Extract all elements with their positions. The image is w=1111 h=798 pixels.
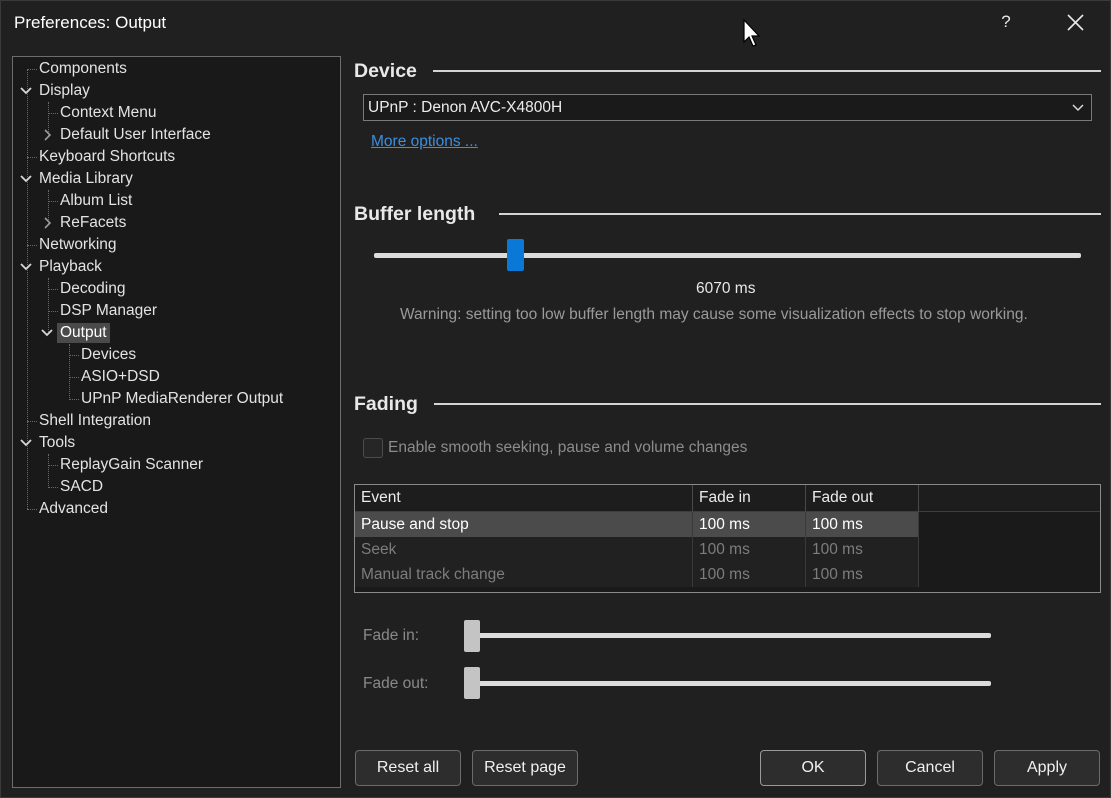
chevron-down-icon[interactable] [19, 260, 33, 274]
fade-in-label: Fade in: [363, 627, 420, 644]
cancel-button[interactable]: Cancel [877, 750, 983, 786]
tree-item-album-list[interactable]: Album List [60, 191, 132, 211]
tree-item-default-user-interface[interactable]: Default User Interface [60, 125, 211, 145]
tree-item-networking[interactable]: Networking [39, 235, 117, 255]
tree-guide-line [27, 245, 37, 246]
table-cell-event: Seek [355, 537, 693, 562]
buffer-length-heading: Buffer length [354, 203, 476, 225]
fade-out-label: Fade out: [363, 675, 429, 692]
close-button[interactable] [1064, 10, 1088, 36]
fade-in-slider-track[interactable] [471, 633, 991, 638]
tree-item-dsp-manager[interactable]: DSP Manager [60, 301, 157, 321]
apply-button[interactable]: Apply [994, 750, 1100, 786]
column-header-fade-in[interactable]: Fade in [693, 485, 806, 512]
tree-item-context-menu[interactable]: Context Menu [60, 103, 157, 123]
tree-guide-line [48, 487, 58, 488]
tree-guide-line [48, 289, 58, 290]
enable-smooth-checkbox[interactable] [363, 438, 383, 458]
table-cell-fade-out: 100 ms [806, 537, 919, 562]
buffer-length-value: 6070 ms [696, 280, 756, 297]
more-options-link[interactable]: More options ... [371, 133, 478, 151]
help-button[interactable]: ? [997, 12, 1015, 34]
tree-item-output[interactable]: Output [57, 323, 110, 343]
preferences-tree: Components Display Context Menu Default … [12, 56, 341, 788]
chevron-down-icon [1072, 104, 1084, 112]
tree-guide-line [48, 465, 58, 466]
section-divider [499, 213, 1101, 215]
tree-item-media-library[interactable]: Media Library [39, 169, 133, 189]
buffer-length-slider-track[interactable] [374, 253, 1081, 258]
tree-guide-line [48, 201, 58, 202]
section-divider [434, 403, 1101, 405]
window-title: Preferences: Output [14, 13, 167, 32]
table-cell-fade-in: 100 ms [693, 512, 806, 537]
table-cell-fade-out: 100 ms [806, 512, 919, 537]
column-header-fade-out[interactable]: Fade out [806, 485, 919, 512]
table-row[interactable]: Pause and stop 100 ms 100 ms [355, 512, 919, 537]
tree-item-tools[interactable]: Tools [39, 433, 75, 453]
chevron-down-icon[interactable] [19, 436, 33, 450]
fading-table: Event Fade in Fade out Pause and stop 10… [354, 484, 1101, 593]
tree-guide-line [48, 311, 58, 312]
tree-guide-line [69, 344, 70, 400]
tree-item-replaygain-scanner[interactable]: ReplayGain Scanner [60, 455, 203, 475]
tree-item-refacets[interactable]: ReFacets [60, 213, 126, 233]
tree-item-shell-integration[interactable]: Shell Integration [39, 411, 151, 431]
tree-guide-line [48, 454, 49, 488]
tree-item-components[interactable]: Components [39, 59, 127, 79]
table-cell-fade-in: 100 ms [693, 537, 806, 562]
preferences-window: Preferences: Output ? Components Display… [0, 0, 1111, 798]
tree-guide-line [27, 421, 37, 422]
table-cell-fade-out: 100 ms [806, 562, 919, 587]
chevron-down-icon[interactable] [19, 172, 33, 186]
tree-guide-line [69, 377, 79, 378]
ok-button[interactable]: OK [760, 750, 866, 786]
chevron-right-icon[interactable] [40, 216, 54, 230]
tree-item-devices[interactable]: Devices [81, 345, 136, 365]
tree-item-upnp-mediarenderer-output[interactable]: UPnP MediaRenderer Output [81, 389, 283, 409]
tree-guide-line [27, 69, 37, 70]
fade-out-slider-thumb[interactable] [464, 667, 480, 699]
table-row[interactable]: Manual track change 100 ms 100 ms [355, 562, 919, 587]
table-cell-event: Pause and stop [355, 512, 693, 537]
tree-guide-line [69, 399, 79, 400]
device-dropdown-value: UPnP : Denon AVC-X4800H [368, 99, 563, 116]
fade-in-slider-thumb[interactable] [464, 620, 480, 652]
device-dropdown[interactable]: UPnP : Denon AVC-X4800H [363, 94, 1092, 121]
device-heading: Device [354, 60, 417, 82]
title-bar: Preferences: Output ? [1, 1, 1111, 47]
tree-item-keyboard-shortcuts[interactable]: Keyboard Shortcuts [39, 147, 175, 167]
table-cell-fade-in: 100 ms [693, 562, 806, 587]
tree-item-display[interactable]: Display [39, 81, 90, 101]
buffer-length-slider-thumb[interactable] [507, 239, 524, 271]
tree-item-asio-dsd[interactable]: ASIO+DSD [81, 367, 160, 387]
fading-heading: Fading [354, 393, 418, 415]
reset-all-button[interactable]: Reset all [355, 750, 461, 786]
fade-out-slider-track[interactable] [471, 681, 991, 686]
mouse-cursor-icon [743, 19, 761, 47]
buffer-warning-text: Warning: setting too low buffer length m… [400, 306, 1028, 323]
tree-item-advanced[interactable]: Advanced [39, 499, 108, 519]
table-cell-event: Manual track change [355, 562, 693, 587]
section-divider [433, 70, 1101, 72]
table-row[interactable]: Seek 100 ms 100 ms [355, 537, 919, 562]
tree-item-sacd[interactable]: SACD [60, 477, 103, 497]
tree-guide-line [48, 113, 58, 114]
reset-page-button[interactable]: Reset page [472, 750, 578, 786]
close-icon [1067, 14, 1084, 31]
tree-guide-line [27, 509, 37, 510]
tree-item-decoding[interactable]: Decoding [60, 279, 126, 299]
chevron-down-icon[interactable] [19, 84, 33, 98]
chevron-right-icon[interactable] [40, 128, 54, 142]
enable-smooth-label: Enable smooth seeking, pause and volume … [388, 439, 748, 456]
tree-guide-line [69, 355, 79, 356]
chevron-down-icon[interactable] [40, 326, 54, 340]
column-header-event[interactable]: Event [355, 485, 693, 512]
tree-guide-line [27, 157, 37, 158]
tree-item-playback[interactable]: Playback [39, 257, 102, 277]
column-header-filler [919, 485, 1100, 512]
